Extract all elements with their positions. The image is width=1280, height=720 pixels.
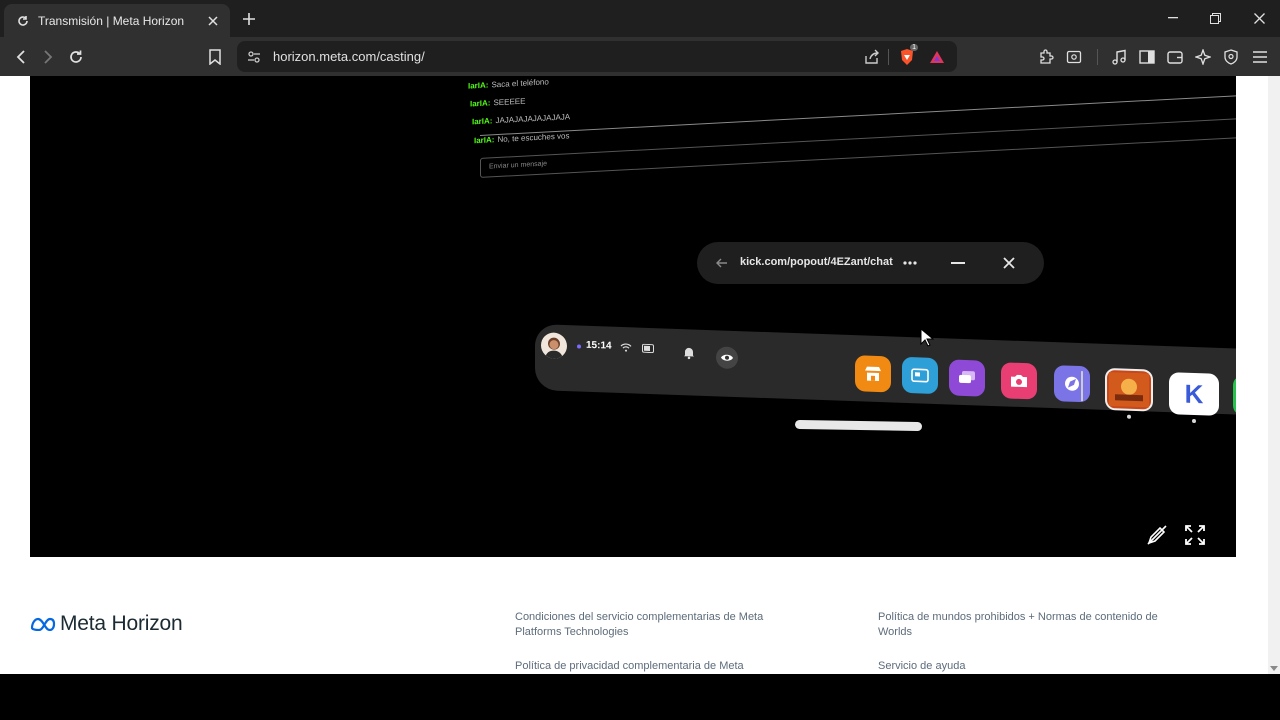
running-indicator: [1192, 418, 1196, 424]
meta-logo-icon: [30, 617, 56, 631]
chat-message: IarIA: Saca el teléfono: [468, 77, 549, 91]
fullscreen-icon[interactable]: [1182, 522, 1208, 548]
kick-app-icon: K: [1169, 372, 1219, 416]
footer-link-worlds-policy[interactable]: Política de mundos prohibidos + Normas d…: [878, 610, 1178, 640]
loading-icon: [16, 14, 30, 28]
draw-off-icon[interactable]: [1144, 522, 1170, 548]
divider: [1097, 49, 1098, 65]
dock-time: 15:14: [586, 339, 612, 352]
page-content: IarIA: Saca el teléfono IarIA: SEEEEE IarI…: [0, 76, 1268, 674]
wifi-icon: [618, 339, 634, 356]
vpn-icon[interactable]: [1220, 46, 1242, 68]
vr-url-text: kick.com/popout/4EZant/chat: [740, 256, 893, 268]
window-handle: [794, 419, 923, 432]
chat-app-icon: [949, 359, 985, 397]
site-settings-icon[interactable]: [243, 46, 265, 68]
avatar: [541, 332, 567, 360]
vr-browser-bar: kick.com/popout/4EZant/chat: [697, 242, 1044, 284]
brave-rewards-icon[interactable]: [926, 46, 948, 68]
tab-title: Transmisión | Meta Horizon: [38, 13, 185, 28]
forward-icon[interactable]: [37, 46, 59, 68]
more-icon: [900, 253, 920, 273]
scrollbar[interactable]: [1268, 76, 1280, 674]
chat-input: Enviar un mensaje: [480, 118, 1236, 178]
chat-message: IarIA: SEEEEE: [470, 96, 526, 109]
browser-tab[interactable]: Transmisión | Meta Horizon: [4, 4, 230, 37]
game-app-icon: [1105, 367, 1153, 412]
address-bar[interactable]: horizon.meta.com/casting/ 1: [237, 41, 957, 72]
back-icon[interactable]: [10, 46, 32, 68]
green-app-icon: [1233, 375, 1236, 417]
meta-horizon-logo[interactable]: Meta Horizon: [30, 612, 183, 636]
vr-dock: 15:14 K: [535, 324, 1236, 424]
kick-letter: K: [1184, 378, 1204, 409]
close-icon: [999, 253, 1019, 273]
sidebar-icon[interactable]: [1136, 46, 1158, 68]
tab-strip: Transmisión | Meta Horizon: [0, 0, 1280, 37]
reload-icon[interactable]: [65, 46, 87, 68]
close-window-button[interactable]: [1245, 6, 1273, 30]
shields-badge: 1: [910, 44, 918, 51]
bookmark-icon[interactable]: [204, 46, 226, 68]
divider: [888, 49, 889, 65]
media-icon[interactable]: [1108, 46, 1130, 68]
share-icon[interactable]: [861, 46, 883, 68]
running-indicator: [1127, 414, 1131, 419]
camera-app-icon: [1001, 362, 1037, 400]
back-arrow-icon: [713, 254, 731, 272]
mouse-cursor-icon: [920, 328, 934, 347]
eye-icon: [716, 346, 738, 370]
restore-window-button[interactable]: [1201, 6, 1229, 30]
leo-ai-icon[interactable]: [1192, 46, 1214, 68]
new-tab-button[interactable]: [238, 8, 260, 30]
dock-divider: [1081, 371, 1083, 402]
notification-bell-icon: [681, 344, 697, 361]
minimize-window-button[interactable]: [1159, 6, 1187, 30]
footer-link-terms[interactable]: Condiciones del servicio complementarias…: [515, 610, 805, 640]
wallet-icon[interactable]: [1164, 46, 1186, 68]
store-app-icon: [855, 355, 891, 393]
extensions-icon[interactable]: [1035, 46, 1057, 68]
footer-link-privacy[interactable]: Política de privacidad complementaria de…: [515, 659, 805, 674]
close-tab-icon[interactable]: [204, 12, 222, 30]
menu-icon[interactable]: [1249, 46, 1271, 68]
battery-icon: [640, 340, 656, 357]
cast-video[interactable]: IarIA: Saca el teléfono IarIA: SEEEEE IarI…: [30, 76, 1236, 557]
vr-chat-panel: IarIA: Saca el teléfono IarIA: SEEEEE IarI…: [460, 76, 1236, 194]
status-dot: [577, 344, 581, 349]
leo-sidebar-icon[interactable]: [1063, 46, 1085, 68]
url-text[interactable]: horizon.meta.com/casting/: [273, 49, 425, 64]
chat-message: IarIA: JAJAJAJAJAJAJAJA: [472, 112, 571, 127]
taskbar-area: [0, 674, 1280, 720]
brave-shields-icon[interactable]: 1: [896, 44, 918, 68]
scroll-down-arrow-icon[interactable]: [1270, 664, 1278, 672]
footer-link-help[interactable]: Servicio de ayuda: [878, 659, 1178, 674]
chat-placeholder: Enviar un mensaje: [489, 160, 547, 171]
logo-text: Meta Horizon: [60, 612, 183, 635]
explore-app-icon: [1054, 365, 1090, 403]
browser-app-icon: [902, 356, 938, 395]
minimize-icon: [948, 253, 968, 273]
page: Transmisión | Meta Horizon horizon.meta.…: [0, 0, 1280, 720]
browser-toolbar: horizon.meta.com/casting/ 1: [0, 37, 1280, 76]
